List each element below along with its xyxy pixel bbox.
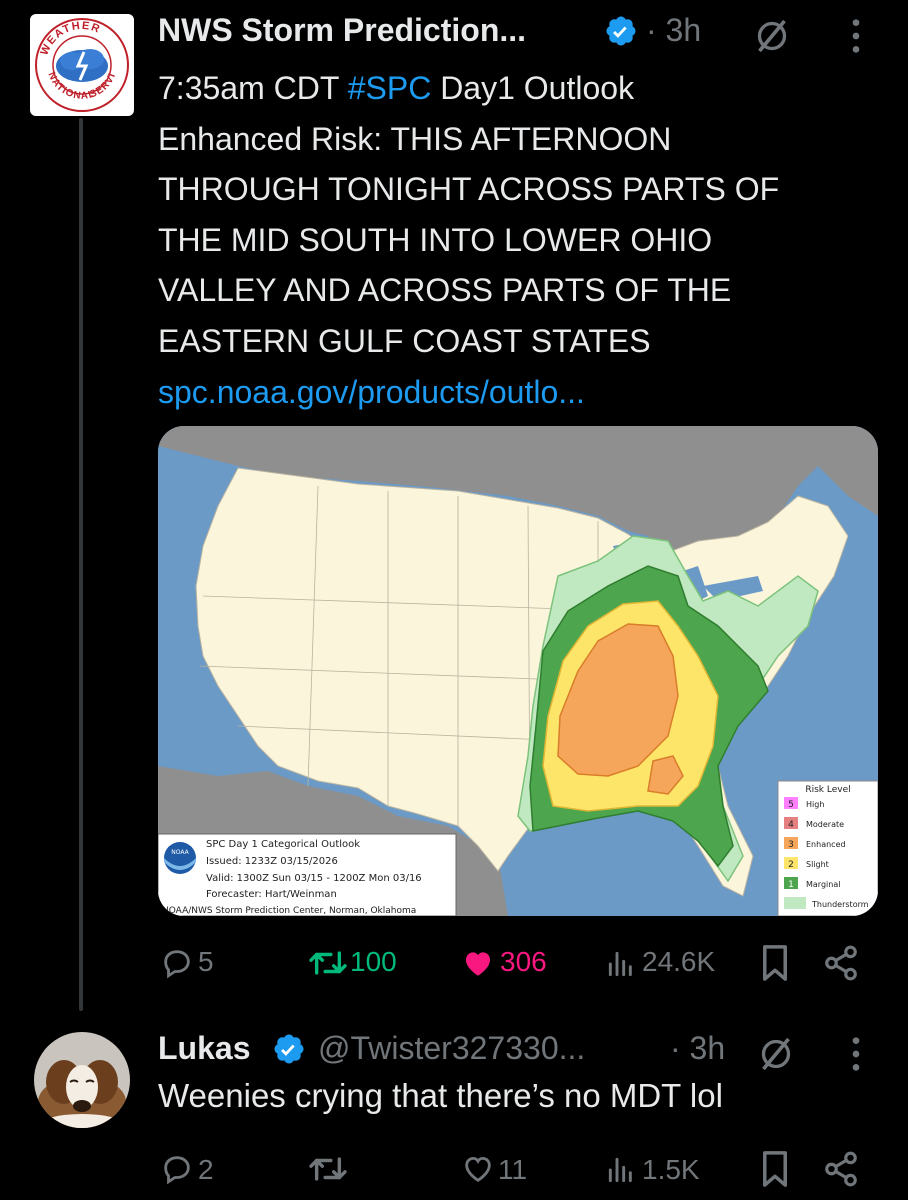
reply-handle[interactable]: @Twister327330... xyxy=(318,1030,585,1067)
legend-number: 3 xyxy=(788,840,794,850)
like-count: 11 xyxy=(498,1154,528,1185)
info-title: SPC Day 1 Categorical Outlook xyxy=(206,839,360,850)
info-footer: NOAA/NWS Storm Prediction Center, Norman… xyxy=(162,906,416,916)
reply-text: Weenies crying that there’s no MDT lol xyxy=(158,1077,723,1114)
dog-avatar-image xyxy=(34,1032,130,1128)
legend-swatch xyxy=(784,897,806,909)
like-filled-icon[interactable] xyxy=(460,946,496,980)
reply-author-name[interactable]: Lukas xyxy=(158,1030,250,1067)
retweet-icon[interactable] xyxy=(308,946,348,980)
legend-label: High xyxy=(806,800,824,809)
legend-label: Marginal xyxy=(806,880,840,889)
retweet-icon[interactable] xyxy=(308,1152,348,1186)
author-name[interactable]: NWS Storm Prediction... xyxy=(158,12,526,49)
tweet-text-line: Enhanced Risk: THIS AFTERNOON xyxy=(158,120,672,157)
outlook-link[interactable]: spc.noaa.gov/products/outlo... xyxy=(158,367,878,418)
tweet-text-line: THROUGH TONIGHT ACROSS PARTS OF xyxy=(158,171,780,208)
reply-count: 5 xyxy=(198,946,214,977)
tweet-text: 7:35am CDT #SPC Day1 Outlook Enhanced Ri… xyxy=(158,63,878,417)
thread-connector-line xyxy=(79,118,83,1011)
tweet-text-line: THE MID SOUTH INTO LOWER OHIO xyxy=(158,221,713,258)
tweet-text-line: EASTERN GULF COAST STATES xyxy=(158,322,651,359)
legend-title: Risk Level xyxy=(805,785,850,795)
like-icon[interactable] xyxy=(460,1152,496,1186)
legend-label: Thunderstorm xyxy=(811,900,869,909)
reply-icon[interactable] xyxy=(160,1152,194,1186)
info-issued: Issued: 1233Z 03/15/2026 xyxy=(206,856,338,867)
view-count: 1.5K xyxy=(642,1154,700,1185)
legend-number: 2 xyxy=(788,860,794,870)
view-count: 24.6K xyxy=(642,946,716,977)
grok-icon[interactable] xyxy=(752,16,792,56)
bookmark-icon[interactable] xyxy=(760,944,790,982)
tweet-text-time: 7:35am CDT xyxy=(158,70,348,106)
info-valid: Valid: 1300Z Sun 03/15 - 1200Z Mon 03/16 xyxy=(206,873,422,884)
risk-legend: Risk Level 5 High 4 Moderate 3 Enhanced … xyxy=(777,780,878,916)
reply-icon[interactable] xyxy=(160,946,194,980)
legend-number: 5 xyxy=(788,800,794,810)
outlook-map-image[interactable]: Risk Level 5 High 4 Moderate 3 Enhanced … xyxy=(158,426,878,916)
grok-icon[interactable] xyxy=(756,1034,796,1074)
noaa-logo-text: NOAA xyxy=(171,849,189,856)
verified-badge-icon xyxy=(606,16,636,46)
info-forecaster: Forecaster: Hart/Weinman xyxy=(206,889,337,900)
legend-label: Slight xyxy=(806,860,829,869)
legend-number: 4 xyxy=(788,820,794,830)
tweet-text-title: Day1 Outlook xyxy=(431,70,635,106)
more-options-icon[interactable] xyxy=(846,16,866,56)
legend-number: 1 xyxy=(788,880,794,890)
share-icon[interactable] xyxy=(822,944,860,982)
bookmark-icon[interactable] xyxy=(760,1150,790,1188)
verified-badge-icon xyxy=(274,1034,304,1064)
tweet-text-line: VALLEY AND ACROSS PARTS OF THE xyxy=(158,272,732,309)
outlook-map: Risk Level 5 High 4 Moderate 3 Enhanced … xyxy=(158,426,878,916)
legend-label: Enhanced xyxy=(806,840,846,849)
like-count: 306 xyxy=(500,946,547,977)
post-time: · 3h xyxy=(646,12,702,48)
views-icon[interactable] xyxy=(604,1154,638,1186)
outlook-info-box: NOAA SPC Day 1 Categorical Outlook Issue… xyxy=(158,833,457,916)
hashtag-link[interactable]: #SPC xyxy=(348,70,432,106)
nws-logo-icon: WEATHER NATIONAL SERVICE xyxy=(30,14,129,112)
share-icon[interactable] xyxy=(822,1150,860,1188)
retweet-count: 100 xyxy=(350,946,397,977)
more-options-icon[interactable] xyxy=(846,1034,866,1074)
reply-count: 2 xyxy=(198,1154,214,1185)
avatar[interactable]: WEATHER NATIONAL SERVICE xyxy=(30,14,134,116)
reply-time: · 3h xyxy=(670,1030,726,1066)
legend-label: Moderate xyxy=(806,820,844,829)
views-icon[interactable] xyxy=(604,948,638,980)
reply-avatar[interactable] xyxy=(34,1032,130,1128)
